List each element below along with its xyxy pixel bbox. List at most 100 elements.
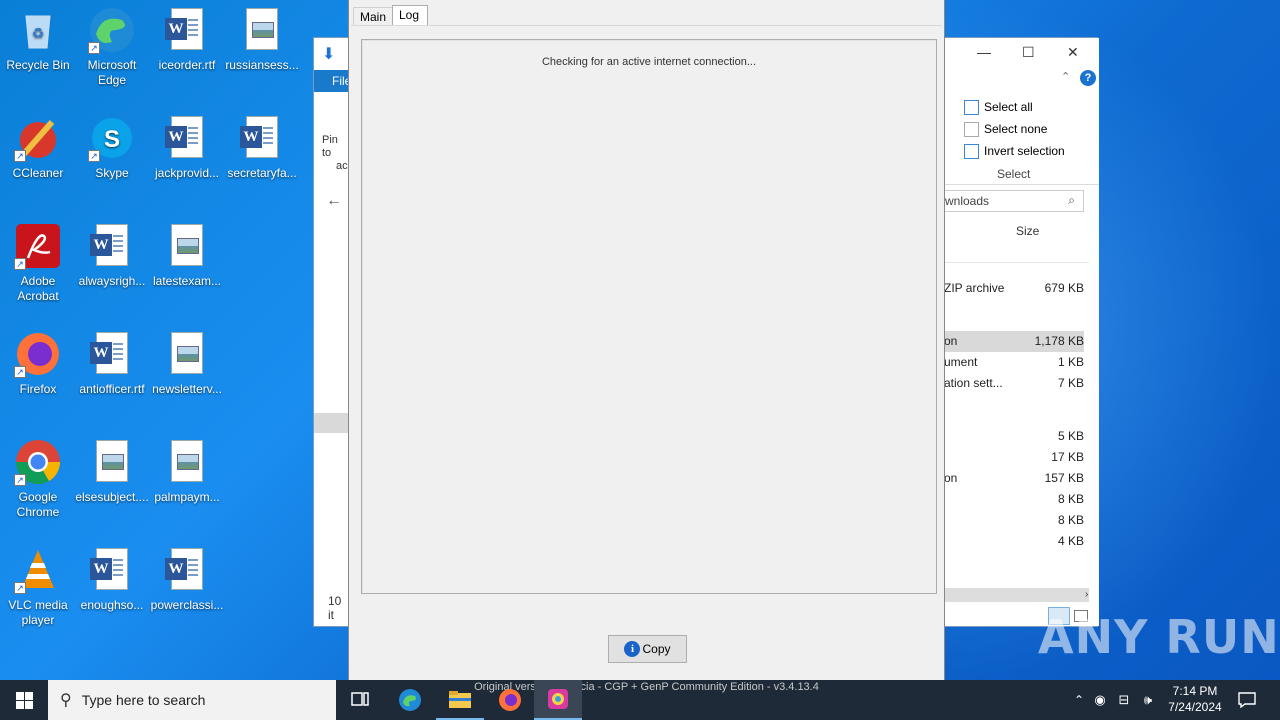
- select-none-button[interactable]: Select none: [964, 118, 1065, 140]
- file-row[interactable]: ument 1 KB: [944, 352, 1084, 373]
- desktop-icon[interactable]: Wsecretaryfa...: [224, 114, 300, 181]
- file-row[interactable]: 8 KB: [944, 489, 1084, 510]
- file-row[interactable]: on 157 KB: [944, 468, 1084, 489]
- log-output[interactable]: Checking for an active internet connecti…: [361, 39, 937, 594]
- firefox-icon: ↗: [14, 330, 62, 378]
- copy-button[interactable]: i Copy: [608, 635, 687, 663]
- file-row[interactable]: 8 KB: [944, 510, 1084, 531]
- invert-selection-button[interactable]: Invert selection: [964, 140, 1065, 162]
- minimize-icon[interactable]: —: [977, 44, 991, 60]
- chevron-up-icon[interactable]: ⌃: [1061, 70, 1070, 83]
- scroll-right-icon[interactable]: ›: [1085, 589, 1088, 600]
- desktop-icon[interactable]: Wiceorder.rtf: [149, 6, 225, 73]
- info-icon: i: [624, 641, 641, 657]
- folder-glyph: [449, 691, 471, 708]
- file-size: 157 KB: [1044, 471, 1084, 485]
- ribbon-group-label: Select: [997, 167, 1031, 181]
- taskbar-search-placeholder: Type here to search: [81, 692, 206, 708]
- word-document-icon: W: [163, 6, 211, 54]
- explorer-left-strip: ⬇ File Pin to ac ← 10 it: [314, 38, 351, 626]
- desktop-icon[interactable]: palmpaym...: [149, 438, 225, 505]
- download-arrow-icon: ⬇: [322, 46, 336, 63]
- file-row[interactable]: ation sett... 7 KB: [944, 373, 1084, 394]
- shortcut-arrow-icon: ↗: [14, 258, 26, 270]
- maximize-icon[interactable]: ☐: [1022, 44, 1035, 61]
- desktop-icon[interactable]: ↗ CCleaner: [0, 114, 76, 181]
- skype-icon: S ↗: [88, 114, 136, 162]
- select-all-button[interactable]: Select all: [964, 96, 1065, 118]
- desktop-icon[interactable]: Wenoughso...: [74, 546, 150, 613]
- acrobat-icon: ↗: [14, 222, 62, 270]
- file-row[interactable]: ZIP archive 679 KB: [944, 278, 1084, 299]
- desktop-icon[interactable]: ↗ Google Chrome: [0, 438, 76, 520]
- desktop-icon-label: russiansess...: [225, 58, 299, 72]
- select-none-icon: [964, 121, 979, 137]
- start-button[interactable]: [0, 680, 48, 720]
- word-document-icon: W: [163, 114, 211, 162]
- file-explorer-taskbar-icon[interactable]: [436, 680, 484, 720]
- column-header-size[interactable]: Size: [1016, 224, 1039, 238]
- security-icon[interactable]: ◉: [1088, 692, 1112, 708]
- taskbar-search-box[interactable]: ⚲ Type here to search: [48, 680, 336, 720]
- file-size: 7 KB: [1057, 376, 1084, 390]
- volume-icon[interactable]: 🕪: [1136, 692, 1160, 708]
- desktop-icon[interactable]: ↗ Microsoft Edge: [74, 6, 150, 88]
- taskbar: Original version by uncia - CGP + GenP C…: [0, 680, 1280, 720]
- pin-to-quick-access-button[interactable]: Pin to ac: [322, 134, 350, 173]
- invert-selection-label: Invert selection: [984, 144, 1065, 158]
- file-type: on: [944, 334, 958, 348]
- search-input[interactable]: wnloads ⌕: [944, 190, 1084, 212]
- desktop-icon[interactable]: S ↗ Skype: [74, 114, 150, 181]
- shortcut-arrow-icon: ↗: [88, 42, 100, 54]
- desktop-icon-label: Skype: [95, 166, 129, 180]
- file-row[interactable]: 4 KB: [944, 531, 1084, 552]
- firefox-taskbar-icon[interactable]: [486, 680, 534, 720]
- ccleaner-icon: ↗: [14, 114, 62, 162]
- desktop-icon[interactable]: ↗ Adobe Acrobat: [0, 222, 76, 304]
- file-type: ument: [944, 355, 978, 369]
- desktop-icon[interactable]: Wjackprovid...: [149, 114, 225, 181]
- select-all-label: Select all: [984, 100, 1033, 114]
- task-view-glyph: [351, 692, 369, 706]
- shortcut-arrow-icon: ↗: [14, 366, 26, 378]
- firefox-glyph: [499, 689, 521, 711]
- help-icon[interactable]: ?: [1080, 70, 1096, 86]
- desktop-icon[interactable]: newsletterv...: [149, 330, 225, 397]
- log-tab-panel: Checking for an active internet connecti…: [351, 25, 942, 675]
- network-icon[interactable]: ⊟: [1112, 692, 1136, 708]
- close-icon[interactable]: ✕: [1067, 44, 1079, 61]
- desktop-icon[interactable]: Wantiofficer.rtf: [74, 330, 150, 397]
- image-file-icon: [88, 438, 136, 486]
- search-icon: ⌕: [1068, 193, 1075, 207]
- show-hidden-icons-chevron-icon[interactable]: ⌃: [1070, 693, 1088, 707]
- desktop-icon[interactable]: Wpowerclassi...: [149, 546, 225, 613]
- tab-log[interactable]: Log: [392, 5, 429, 27]
- edge-taskbar-icon[interactable]: [386, 680, 434, 720]
- horizontal-scrollbar[interactable]: [944, 588, 1089, 602]
- desktop-icon[interactable]: russiansess...: [224, 6, 300, 73]
- svg-text:♻: ♻: [32, 25, 45, 41]
- file-row[interactable]: on 1,178 KB: [944, 331, 1084, 352]
- desktop-icon[interactable]: Walwaysrigh...: [74, 222, 150, 289]
- header-divider: [944, 262, 1089, 263]
- file-row[interactable]: 17 KB: [944, 447, 1084, 468]
- tab-main[interactable]: Main: [353, 7, 396, 26]
- desktop-icon[interactable]: elsesubject....: [74, 438, 150, 505]
- desktop-icon[interactable]: latestexam...: [149, 222, 225, 289]
- clock-date: 7/24/2024: [1168, 700, 1222, 714]
- desktop-icon[interactable]: ♻ Recycle Bin: [0, 6, 76, 73]
- system-clock[interactable]: 7:14 PM 7/24/2024: [1160, 683, 1230, 715]
- image-file-icon: [163, 330, 211, 378]
- word-document-icon: W: [88, 222, 136, 270]
- desktop-icon[interactable]: ↗ Firefox: [0, 330, 76, 397]
- desktop-icon[interactable]: ↗ VLC media player: [0, 546, 76, 628]
- file-size: 17 KB: [1051, 450, 1084, 464]
- recycle-bin-icon: ♻: [14, 6, 62, 54]
- task-view-icon[interactable]: [336, 680, 384, 720]
- notification-glyph: [1238, 692, 1256, 708]
- back-arrow-icon[interactable]: ←: [326, 192, 342, 210]
- file-tab[interactable]: File: [314, 70, 351, 92]
- notification-center-icon[interactable]: [1232, 680, 1262, 720]
- file-row[interactable]: 5 KB: [944, 426, 1084, 447]
- genp-taskbar-icon[interactable]: [534, 680, 582, 720]
